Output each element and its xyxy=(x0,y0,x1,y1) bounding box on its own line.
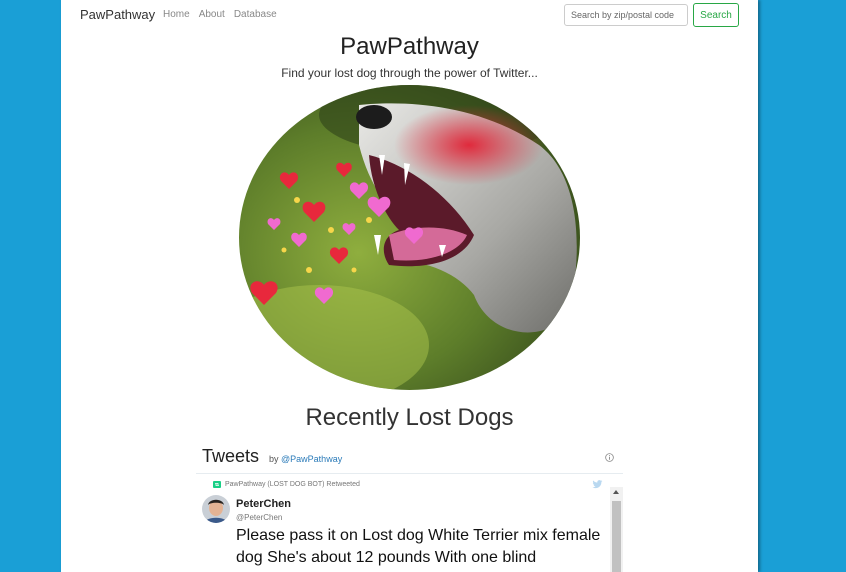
avatar[interactable] xyxy=(202,495,230,523)
widget-by-line: by @PawPathway xyxy=(269,454,342,464)
widget-title: Tweets xyxy=(202,446,260,466)
page-container: PawPathway Home About Database Search Pa… xyxy=(61,0,758,572)
info-icon[interactable] xyxy=(605,453,614,462)
tweet-text: Please pass it on Lost dog White Terrier… xyxy=(236,527,601,566)
navbar: PawPathway Home About Database Search xyxy=(61,0,758,30)
avatar-image xyxy=(202,495,230,523)
retweet-note: PawPathway (LOST DOG BOT) Retweeted xyxy=(225,481,360,488)
site-title: PawPathway xyxy=(340,33,479,60)
search-button[interactable]: Search xyxy=(693,3,739,27)
tweet-user-name[interactable]: PeterChen xyxy=(236,498,291,510)
scroll-up-arrow-icon[interactable] xyxy=(613,490,619,494)
widget-by-prefix: by xyxy=(269,454,279,464)
hero-dog-illustration xyxy=(239,85,580,390)
widget-header: Tweets by @PawPathway xyxy=(196,440,623,474)
tagline: Find your lost dog through the power of … xyxy=(281,66,538,80)
retweet-icon xyxy=(213,481,221,488)
widget-scrollbar[interactable] xyxy=(610,487,623,572)
nav-link-database[interactable]: Database xyxy=(234,9,277,20)
tweets-widget: Tweets by @PawPathway PawPathway (LOST D… xyxy=(196,440,623,572)
twitter-bird-icon[interactable] xyxy=(592,480,603,489)
search-input[interactable] xyxy=(564,4,688,26)
navbar-brand[interactable]: PawPathway xyxy=(80,7,155,22)
widget-by-handle-link[interactable]: @PawPathway xyxy=(281,454,342,464)
nav-links: Home About Database xyxy=(163,9,277,20)
nav-link-home[interactable]: Home xyxy=(163,9,190,20)
retweet-line: PawPathway (LOST DOG BOT) Retweeted xyxy=(213,481,360,488)
hero-dog-image xyxy=(239,85,580,390)
tweet-user-handle[interactable]: @PeterChen xyxy=(236,513,282,522)
nav-link-about[interactable]: About xyxy=(199,9,225,20)
scroll-thumb[interactable] xyxy=(612,501,621,572)
section-title: Recently Lost Dogs xyxy=(305,404,514,431)
